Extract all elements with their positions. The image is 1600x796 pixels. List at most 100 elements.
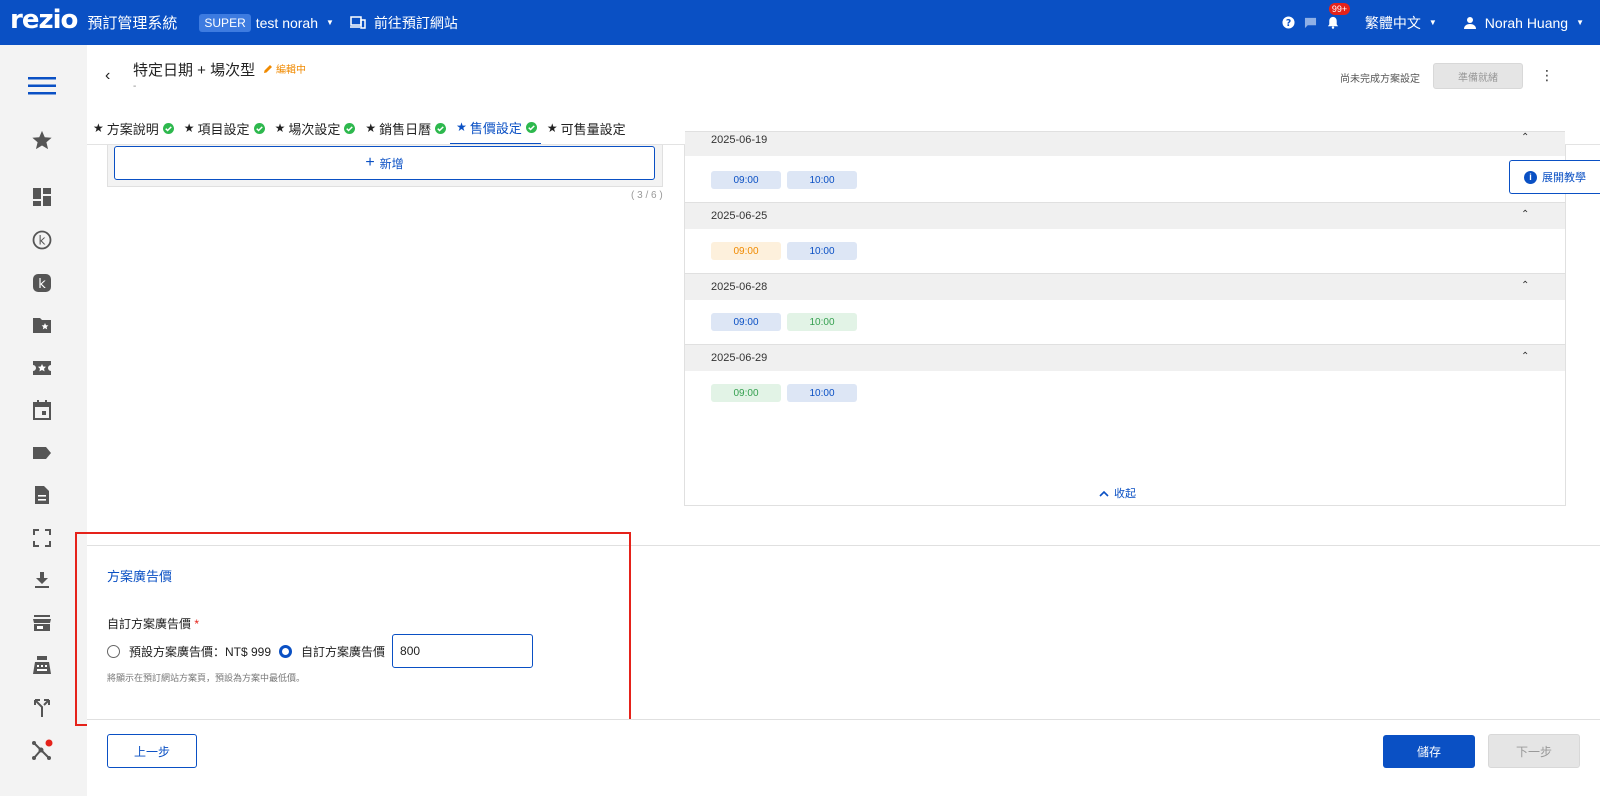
account-caret-icon[interactable]: ▼ [326,18,334,27]
ticket-icon[interactable] [31,357,53,379]
ad-price-section-title: 方案廣告價 [107,569,173,584]
more-icon[interactable]: ⋮ [1540,67,1554,84]
step-tabs: ★ 方案說明 ★ 項目設定 ★ 場次設定 ★ 銷售日曆 ★ 售價設定 ★ 可售量設定 [87,111,630,145]
add-button[interactable]: + 新增 [114,146,655,180]
language-caret-icon[interactable]: ▼ [1429,18,1437,27]
previous-step-button[interactable]: 上一步 [107,734,197,768]
editing-status: 編輯中 [263,61,306,76]
sidebar: k k [0,45,87,796]
tab-session-settings[interactable]: ★ 場次設定 [269,111,360,145]
system-title: 預訂管理系統 [87,15,178,32]
collapse-button[interactable]: 收起 [1099,485,1136,501]
tab-plan-description[interactable]: ★ 方案說明 [87,111,178,145]
goto-site-link[interactable]: 前往預訂網站 [349,13,458,33]
time-slot[interactable]: 09:00 [711,313,781,331]
date-row-header[interactable]: 2025-06-29 ⌃ [685,344,1565,371]
time-slot[interactable]: 09:00 [711,242,781,260]
time-slot[interactable]: 10:00 [787,384,857,402]
custom-price-input[interactable] [392,634,534,668]
logo[interactable]: rezio [10,5,78,35]
chevron-up-icon[interactable]: ⌃ [1521,209,1529,220]
check-icon [162,122,174,134]
custom-price-radio[interactable] [279,644,293,658]
person-icon [1463,16,1476,29]
date-row-header[interactable]: 2025-06-28 ⌃ [685,273,1565,300]
store-icon[interactable] [31,612,53,634]
dashboard-icon[interactable] [31,186,53,208]
next-step-button[interactable]: 下一步 [1488,734,1580,768]
schedule-panel: 2025-06-19 ⌃ 09:00 10:00 2025-06-25 ⌃ 09… [684,131,1566,506]
devices-icon [349,15,366,29]
date-label: 2025-06-29 [711,352,768,364]
calendar-icon[interactable] [31,399,53,421]
incomplete-notice: 尚未完成方案設定 [1340,74,1420,85]
star-icon[interactable] [31,129,53,151]
label-icon[interactable] [31,442,53,464]
user-menu[interactable]: Norah Huang ▼ [1463,15,1584,31]
user-name: Norah Huang [1484,14,1569,31]
time-slot[interactable]: 10:00 [787,313,857,331]
save-button[interactable]: 儲存 [1383,735,1475,768]
star-icon: ★ [93,121,104,135]
tab-price-settings[interactable]: ★ 售價設定 [450,111,541,145]
ready-button[interactable]: 準備就緒 [1433,63,1523,89]
tab-label: 方案說明 [106,121,159,137]
main-content: ‹ 特定日期 + 場次型 編輯中 - 尚未完成方案設定 準備就緒 ⋮ ★ 方案說明… [75,45,1600,796]
folder-star-icon[interactable] [31,314,53,336]
k-circle-icon[interactable]: k [31,229,53,251]
time-slot[interactable]: 09:00 [711,384,781,402]
user-caret-icon[interactable]: ▼ [1576,18,1584,27]
help-icon[interactable]: ? [1281,15,1297,31]
goto-site-label: 前往預訂網站 [373,14,458,31]
tutorial-label: 展開教學 [1542,172,1586,184]
collapse-label: 收起 [1114,488,1136,500]
star-icon: ★ [183,121,195,135]
time-slot[interactable]: 10:00 [787,242,857,260]
merge-icon[interactable] [31,697,53,719]
fullscreen-icon[interactable] [31,527,53,549]
document-icon[interactable] [31,484,53,506]
tab-sales-calendar[interactable]: ★ 銷售日曆 [359,111,450,145]
date-row-header[interactable]: 2025-06-25 ⌃ [685,202,1565,229]
language-selector[interactable]: 繁體中文 [1365,13,1421,33]
pencil-icon [264,64,272,73]
account-selector[interactable]: test norah [256,15,318,31]
star-icon: ★ [365,121,377,135]
tutorial-button[interactable]: i 展開教學 [1509,160,1600,194]
super-badge: SUPER [199,13,251,32]
date-row-header[interactable]: 2025-06-19 ⌃ [685,131,1565,156]
chat-icon[interactable] [1303,15,1319,31]
field-label-text: 自訂方案廣告價 [107,617,192,631]
date-label: 2025-06-28 [711,281,768,293]
download-icon[interactable] [31,569,53,591]
date-label: 2025-06-19 [711,134,768,146]
chevron-up-icon [1099,490,1109,497]
custom-price-label[interactable]: 自訂方案廣告價 [301,643,385,660]
default-price-radio[interactable] [107,644,120,658]
time-slot[interactable]: 09:00 [711,171,781,189]
top-bar: rezio 預訂管理系統 SUPER test norah ▼ 前往預訂網站 ?… [0,0,1600,45]
section-divider [87,545,1600,546]
star-icon: ★ [546,121,558,135]
tab-item-settings[interactable]: ★ 項目設定 [178,111,269,145]
chevron-up-icon[interactable]: ⌃ [1521,132,1529,143]
time-slot[interactable]: 10:00 [787,171,857,189]
k-square-icon[interactable]: k [31,272,53,294]
page-title: 特定日期 + 場次型 [133,62,256,79]
menu-icon[interactable] [28,75,56,97]
cashier-icon[interactable] [31,654,53,676]
bell-icon[interactable]: 99+ [1325,2,1351,31]
editing-label: 編輯中 [276,65,306,76]
back-icon[interactable]: ‹ [105,67,110,85]
required-mark: * [194,617,200,631]
star-icon: ★ [456,120,467,134]
default-price-label[interactable]: 預設方案廣告價：NT$ 999 [129,643,271,660]
star-icon: ★ [274,121,286,135]
network-icon[interactable] [31,739,53,761]
footer-bar: 上一步 儲存 下一步 [87,719,1600,796]
chevron-up-icon[interactable]: ⌃ [1521,280,1529,291]
chevron-up-icon[interactable]: ⌃ [1521,351,1529,362]
info-icon: i [1524,170,1537,184]
date-label: 2025-06-25 [711,210,768,222]
tab-availability-settings[interactable]: ★ 可售量設定 [541,111,630,145]
